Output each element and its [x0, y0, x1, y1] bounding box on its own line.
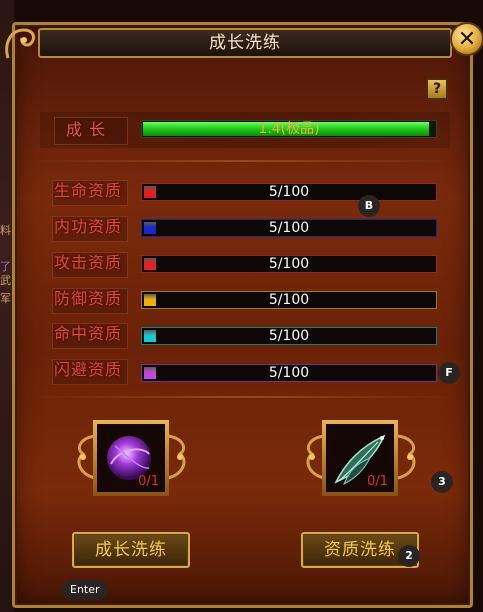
help-button[interactable]: ? [426, 78, 448, 100]
stat-label: 防御资质 [54, 289, 123, 308]
stat-label: 内功资质 [54, 217, 123, 236]
stat-bar: 5/100 [141, 291, 437, 309]
stat-label: 攻击资质 [54, 253, 123, 272]
item-count: 0/1 [367, 474, 388, 489]
background-text: 武 [0, 274, 11, 287]
stat-bar: 5/100 [141, 183, 437, 201]
corner-ornament-icon [5, 28, 36, 59]
growth-value: 1.4(极品) [258, 121, 320, 137]
window-title: 成长洗练 [209, 33, 281, 53]
item-count: 0/1 [138, 474, 159, 489]
stat-value: 5/100 [268, 328, 310, 344]
stat-bar: 5/100 [141, 219, 437, 237]
stat-value: 5/100 [268, 256, 310, 272]
stat-value: 5/100 [268, 292, 310, 308]
item-slot-leaf[interactable]: 0/1 [322, 420, 398, 496]
background-text: 军 [0, 292, 11, 305]
stat-label: 生命资质 [54, 181, 123, 200]
stat-value: 5/100 [268, 365, 310, 381]
hotkey-badge-b: B [358, 195, 380, 217]
stat-bar: 5/100 [141, 255, 437, 273]
stat-label: 闪避资质 [54, 360, 123, 379]
background-text: 料 [0, 224, 11, 237]
growth-label: 成 长 [66, 120, 107, 139]
item-slot-orb[interactable]: 0/1 [93, 420, 169, 496]
hotkey-badge-enter: Enter [62, 580, 108, 600]
question-icon: ? [432, 81, 442, 97]
ornament-wing-icon [397, 434, 416, 480]
stat-value: 5/100 [268, 184, 310, 200]
title-bar[interactable]: 成长洗练 [38, 28, 452, 58]
stat-label: 命中资质 [54, 324, 123, 343]
close-icon: ✕ [457, 26, 477, 52]
divider [30, 396, 454, 398]
divider [30, 160, 454, 162]
growth-bar: 1.4(极品) [141, 120, 437, 138]
close-button[interactable]: ✕ [450, 22, 483, 56]
stat-value: 5/100 [268, 220, 310, 236]
refine-panel [12, 22, 473, 608]
item-slot-inner: 0/1 [97, 424, 165, 492]
hotkey-badge-f: F [438, 362, 460, 384]
stat-bar: 5/100 [141, 327, 437, 345]
stat-bar: 5/100 [141, 364, 437, 382]
growth-refine-button[interactable]: 成长洗练 [72, 532, 190, 568]
hotkey-badge-3: 3 [431, 471, 453, 493]
item-slot-inner: 0/1 [326, 424, 394, 492]
ornament-wing-icon [167, 434, 186, 480]
hotkey-badge-2: 2 [398, 545, 420, 567]
